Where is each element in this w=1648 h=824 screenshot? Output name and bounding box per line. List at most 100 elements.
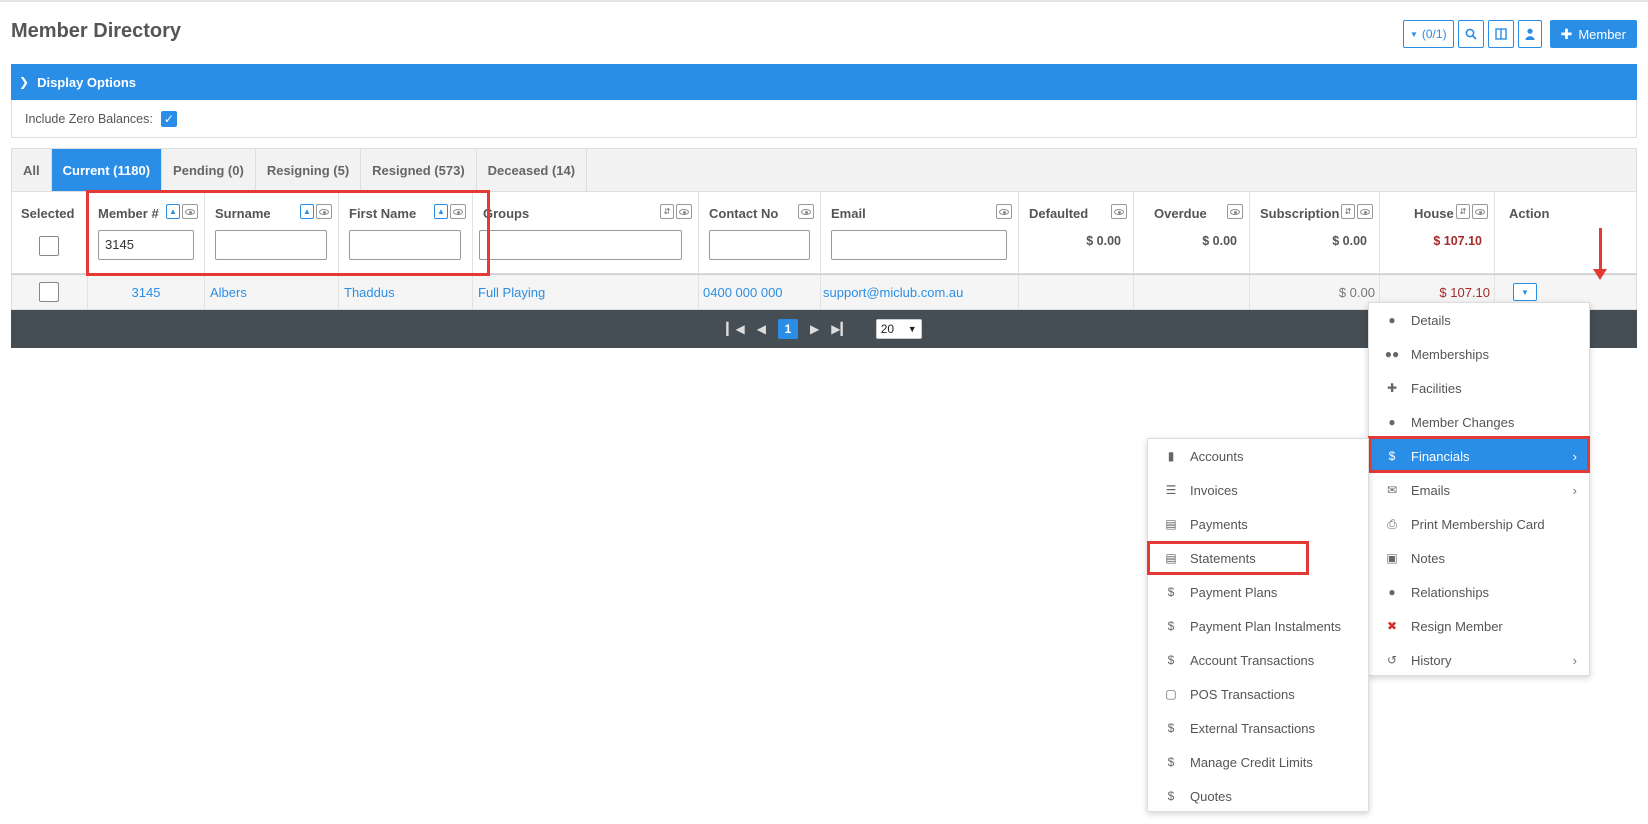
col-house: House ⇵ $ 107.10 <box>1380 192 1495 274</box>
dollar-icon: $ <box>1167 585 1175 599</box>
menu-item-resign-member[interactable]: ✖ Resign Member <box>1369 609 1589 643</box>
filter-dropdown-button[interactable]: ▼ (0/1) <box>1402 20 1454 48</box>
search-button[interactable] <box>1457 20 1484 48</box>
sort-asc-icon[interactable]: ▲ <box>166 204 180 219</box>
page-size-select[interactable]: 20 ▼ <box>875 319 922 339</box>
include-zero-label: Include Zero Balances: <box>25 111 153 126</box>
submenu-item-quotes[interactable]: $ Quotes <box>1148 779 1368 813</box>
menu-item-member-changes[interactable]: ● Member Changes <box>1369 405 1589 439</box>
filter-count: (0/1) <box>1421 27 1447 41</box>
action-menu: ● Details ●● Memberships ✚ Facilities ● Memb… <box>1368 302 1590 676</box>
eye-icon[interactable] <box>316 204 332 219</box>
col-action: Action <box>1495 192 1636 274</box>
col-member-no: Member # ▲ 3145 <box>88 192 205 274</box>
eye-icon[interactable] <box>1227 204 1243 219</box>
col-surname-title: Surname <box>215 206 271 221</box>
col-defaulted-title: Defaulted <box>1029 206 1089 221</box>
add-member-button[interactable]: ✚ Member <box>1549 20 1637 48</box>
history-icon: ↺ <box>1386 653 1398 667</box>
row-action-dropdown-button[interactable]: ▼ <box>1513 283 1537 301</box>
menu-item-facilities[interactable]: ✚ Facilities <box>1369 371 1589 405</box>
chevron-down-icon: ❯ <box>19 75 30 89</box>
menu-item-memberships[interactable]: ●● Memberships <box>1369 337 1589 371</box>
chevron-down-icon: ▼ <box>907 324 917 334</box>
tab-all[interactable]: All <box>12 149 52 191</box>
col-member-no-title: Member # <box>98 206 159 221</box>
tab-pending[interactable]: Pending (0) <box>162 149 256 191</box>
row-defaulted <box>1019 275 1134 309</box>
email-filter-input[interactable] <box>831 230 1007 260</box>
contact-filter-input[interactable] <box>709 230 810 260</box>
next-page-icon[interactable]: ▶ <box>810 322 819 336</box>
eye-icon[interactable] <box>676 204 692 219</box>
col-email: Email <box>821 192 1019 274</box>
eye-icon[interactable] <box>798 204 814 219</box>
submenu-item-statements[interactable]: ▤ Statements <box>1148 541 1368 575</box>
menu-item-emails[interactable]: ✉ Emails › <box>1369 473 1589 507</box>
include-zero-checkbox[interactable]: ✓ <box>160 110 177 127</box>
menu-item-print-card[interactable]: ⎙ Print Membership Card <box>1369 507 1589 541</box>
eye-icon[interactable] <box>1357 204 1373 219</box>
eye-icon[interactable] <box>1472 204 1488 219</box>
menu-item-notes[interactable]: ▣ Notes <box>1369 541 1589 575</box>
menu-item-history[interactable]: ↺ History › <box>1369 643 1589 677</box>
document-icon: ▤ <box>1165 551 1177 565</box>
row-member-no[interactable]: 3145 <box>88 275 205 309</box>
col-selected-title: Selected <box>21 206 75 221</box>
submenu-item-pos-transactions[interactable]: ▢ POS Transactions <box>1148 677 1368 711</box>
menu-item-relationships[interactable]: ● Relationships <box>1369 575 1589 609</box>
financials-submenu: ▮ Accounts ☰ Invoices ▤ Payments ▤ Statement… <box>1147 438 1369 812</box>
submenu-item-account-transactions[interactable]: $ Account Transactions <box>1148 643 1368 677</box>
tab-resigning[interactable]: Resigning (5) <box>256 149 362 191</box>
col-subscription: Subscription ⇵ $ 0.00 <box>1250 192 1380 274</box>
member-no-filter-input[interactable]: 3145 <box>98 230 194 260</box>
eye-icon[interactable] <box>182 204 198 219</box>
user-view-button[interactable] <box>1517 20 1542 48</box>
tab-deceased[interactable]: Deceased (14) <box>477 149 588 191</box>
submenu-item-external-transactions[interactable]: $ External Transactions <box>1148 711 1368 745</box>
users-icon: ●● <box>1384 347 1400 361</box>
toolbar: ▼ (0/1) ✚ Member <box>1402 20 1637 48</box>
display-options-panel: Include Zero Balances: ✓ <box>11 100 1637 138</box>
first-name-filter-input[interactable] <box>349 230 461 260</box>
col-first-name-title: First Name <box>349 206 417 221</box>
sort-icon[interactable]: ⇵ <box>1456 204 1470 219</box>
tab-resigned[interactable]: Resigned (573) <box>361 149 477 191</box>
sort-asc-icon[interactable]: ▲ <box>434 204 448 219</box>
menu-item-financials[interactable]: $ Financials › <box>1369 439 1589 473</box>
row-contact[interactable]: 0400 000 000 <box>699 275 821 309</box>
row-groups[interactable]: Full Playing <box>473 275 699 309</box>
row-select-checkbox[interactable] <box>39 282 59 302</box>
row-email[interactable]: support@miclub.com.au <box>821 275 1019 309</box>
eye-icon[interactable] <box>996 204 1012 219</box>
submenu-item-invoices[interactable]: ☰ Invoices <box>1148 473 1368 507</box>
sort-icon[interactable]: ⇵ <box>660 204 674 219</box>
col-email-title: Email <box>831 206 866 221</box>
tab-current[interactable]: Current (1180) <box>51 149 163 191</box>
subscription-total: $ 0.00 <box>1332 234 1367 248</box>
row-surname[interactable]: Albers <box>205 275 339 309</box>
columns-icon <box>1494 28 1507 40</box>
prev-page-icon[interactable]: ◀ <box>757 322 766 336</box>
row-first-name[interactable]: Thaddus <box>339 275 473 309</box>
dollar-icon: $ <box>1388 449 1396 463</box>
sort-asc-icon[interactable]: ▲ <box>300 204 314 219</box>
columns-button[interactable] <box>1487 20 1514 48</box>
last-page-icon[interactable]: ▶▎ <box>831 322 849 336</box>
select-all-checkbox[interactable] <box>39 236 59 256</box>
submenu-item-manage-credit-limits[interactable]: $ Manage Credit Limits <box>1148 745 1368 779</box>
eye-icon[interactable] <box>450 204 466 219</box>
submenu-item-accounts[interactable]: ▮ Accounts <box>1148 439 1368 473</box>
groups-filter-input[interactable] <box>479 230 682 260</box>
submenu-item-payments[interactable]: ▤ Payments <box>1148 507 1368 541</box>
first-page-icon[interactable]: ▎◀ <box>726 322 744 336</box>
display-options-header[interactable]: ❯ Display Options <box>11 64 1637 100</box>
submenu-item-payment-plans[interactable]: $ Payment Plans <box>1148 575 1368 609</box>
chevron-right-icon: › <box>1572 482 1577 498</box>
page-number-current[interactable]: 1 <box>778 319 798 339</box>
sort-icon[interactable]: ⇵ <box>1341 204 1355 219</box>
submenu-item-payment-plan-instalments[interactable]: $ Payment Plan Instalments <box>1148 609 1368 643</box>
surname-filter-input[interactable] <box>215 230 327 260</box>
menu-item-details[interactable]: ● Details <box>1369 303 1589 337</box>
eye-icon[interactable] <box>1111 204 1127 219</box>
